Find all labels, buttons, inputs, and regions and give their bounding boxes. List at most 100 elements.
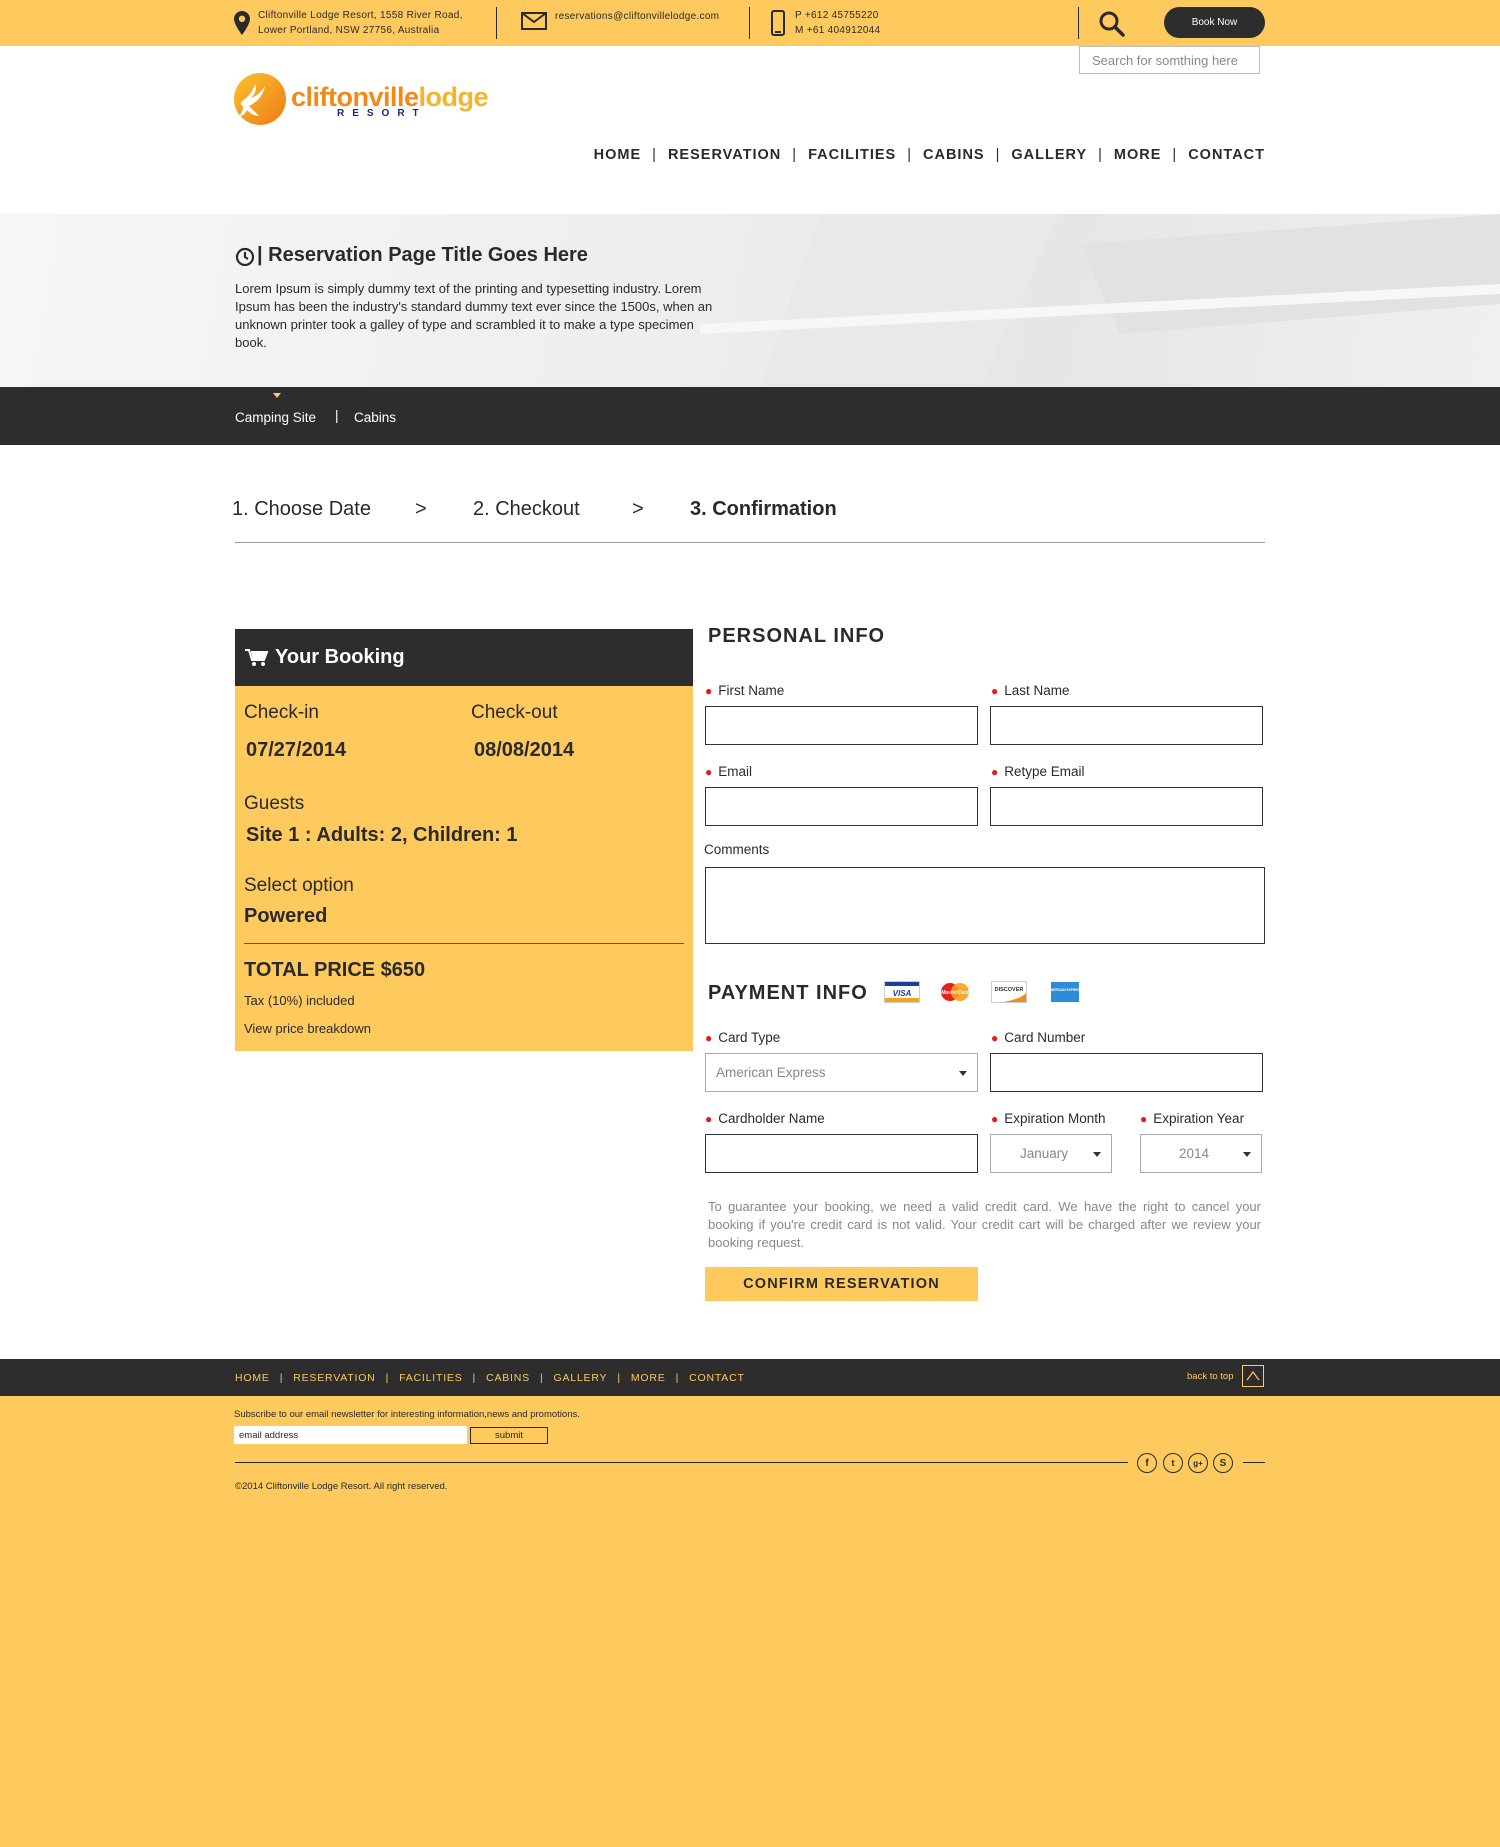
nav-contact[interactable]: CONTACT [1188,147,1265,163]
envelope-icon [521,12,547,30]
svg-text:MasterCard: MasterCard [941,990,969,996]
chevron-down-icon [1093,1152,1101,1157]
main-nav: HOME | RESERVATION | FACILITIES | CABINS | G… [594,147,1265,163]
cardholder-input[interactable] [705,1134,978,1173]
address-line-1: Cliftonville Lodge Resort, 1558 River Ro… [258,10,463,21]
search-icon[interactable] [1099,11,1125,37]
step-arrow: > [415,498,427,520]
footer-nav-contact[interactable]: CONTACT [689,1372,745,1384]
address-block: Cliftonville Lodge Resort, 1558 River Ro… [234,0,463,46]
page-title: | Reservation Page Title Goes Here [235,244,588,267]
nav-separator: | [1172,147,1178,163]
nav-separator: | [907,147,912,163]
nav-gallery[interactable]: GALLERY [1011,147,1087,163]
card-type-label: ● Card Type [705,1030,781,1045]
exp-month-value: January [1019,1146,1069,1161]
nav-home[interactable]: HOME [594,147,642,163]
logo[interactable]: cliftonvillelodge RESORT [233,72,503,128]
active-caret-icon [273,393,281,398]
logo-sun-icon [234,73,286,125]
guests-value: Site 1 : Adults: 2, Children: 1 [246,824,518,846]
hero-banner: | Reservation Page Title Goes Here Lorem… [0,214,1500,387]
svg-text:VISA: VISA [893,989,912,998]
divider [749,7,750,39]
shopping-cart-icon [245,648,269,666]
subnav-cabins[interactable]: Cabins [354,410,396,425]
exp-year-select[interactable]: 2014 [1140,1134,1262,1173]
back-to-top-button[interactable] [1242,1365,1264,1387]
mastercard-icon: MasterCard [941,983,970,1001]
footer-divider [1243,1462,1265,1463]
footer-nav: HOME | RESERVATION | FACILITIES | CABINS | G… [235,1372,745,1384]
card-type-select[interactable]: American Express [705,1053,978,1092]
email-input[interactable] [705,787,978,826]
tax-note: Tax (10%) included [244,993,355,1008]
footer-nav-facilities[interactable]: FACILITIES [399,1372,462,1384]
card-number-input[interactable] [990,1053,1263,1092]
step-choose-date[interactable]: 1. Choose Date [232,498,371,521]
footer-bar: HOME | RESERVATION | FACILITIES | CABINS | G… [0,1359,1500,1396]
option-label: Select option [244,875,354,896]
required-asterisk-icon: ● [991,1031,999,1045]
payment-info-title: PAYMENT INFO [708,982,868,1004]
visa-card-icon: VISA [884,981,920,1003]
required-asterisk-icon: ● [991,684,999,698]
last-name-input[interactable] [990,706,1263,745]
twitter-icon[interactable]: t [1163,1453,1183,1473]
required-asterisk-icon: ● [705,684,713,698]
nav-cabins[interactable]: CABINS [923,147,985,163]
nav-reservation[interactable]: RESERVATION [668,147,781,163]
newsletter-email-input[interactable]: email address [234,1426,467,1444]
guests-label: Guests [244,793,305,814]
step-confirmation[interactable]: 3. Confirmation [690,498,837,521]
comments-textarea[interactable] [705,867,1265,944]
checkin-label: Check-in [244,702,319,723]
nav-more[interactable]: MORE [1114,147,1162,163]
required-asterisk-icon: ● [705,1112,713,1126]
payment-notice: To guarantee your booking, we need a val… [708,1199,1261,1250]
footer-nav-home[interactable]: HOME [235,1372,270,1384]
email-link[interactable]: reservations@cliftonvillelodge.com [555,9,719,24]
newsletter-text: Subscribe to our email newsletter for in… [234,1409,580,1420]
divider [1078,7,1079,39]
step-arrow: > [632,498,644,520]
checkin-value: 07/27/2014 [246,739,347,761]
checkout-label: Check-out [471,702,558,723]
subnav-camping-site[interactable]: Camping Site [235,410,316,425]
exp-month-select[interactable]: January [990,1134,1112,1173]
retype-email-label: ● Retype Email [991,764,1085,779]
retype-email-input[interactable] [990,787,1263,826]
first-name-input[interactable] [705,706,978,745]
comments-label: Comments [704,842,770,857]
card-number-label: ● Card Number [991,1030,1086,1045]
header [0,46,1500,214]
email-block[interactable]: reservations@cliftonvillelodge.com [521,0,719,46]
google-plus-icon[interactable]: g+ [1188,1453,1208,1473]
footer-nav-separator: | [675,1372,680,1384]
address-line-2: Lower Portland, NSW 27756, Australia [258,25,440,36]
facebook-icon[interactable]: f [1137,1453,1157,1473]
confirm-reservation-button[interactable]: CONFIRM RESERVATION [705,1267,978,1301]
chevron-down-icon [959,1071,967,1076]
chevron-down-icon [1243,1152,1251,1157]
footer-nav-more[interactable]: MORE [631,1372,666,1384]
footer-nav-separator: | [279,1372,284,1384]
clock-icon [235,247,255,266]
price-breakdown-link[interactable]: View price breakdown [244,1021,371,1036]
step-checkout[interactable]: 2. Checkout [473,498,580,521]
footer-nav-cabins[interactable]: CABINS [486,1372,530,1384]
book-now-button[interactable]: Book Now [1164,7,1265,38]
nav-facilities[interactable]: FACILITIES [808,147,896,163]
back-to-top-link[interactable]: back to top [1187,1371,1233,1382]
search-input[interactable]: Search for somthing here [1079,46,1260,74]
personal-info-title: PERSONAL INFO [708,625,886,647]
skype-icon[interactable]: S [1213,1453,1233,1473]
footer-nav-gallery[interactable]: GALLERY [554,1372,608,1384]
category-subnav: Camping Site | Cabins [0,387,1500,445]
required-asterisk-icon: ● [705,765,713,779]
footer-nav-reservation[interactable]: RESERVATION [293,1372,375,1384]
phone-block: P +612 45755220 M +61 404912044 [771,0,880,46]
option-value: Powered [244,905,328,927]
newsletter-submit-button[interactable]: submit [470,1427,548,1444]
divider [496,7,497,39]
